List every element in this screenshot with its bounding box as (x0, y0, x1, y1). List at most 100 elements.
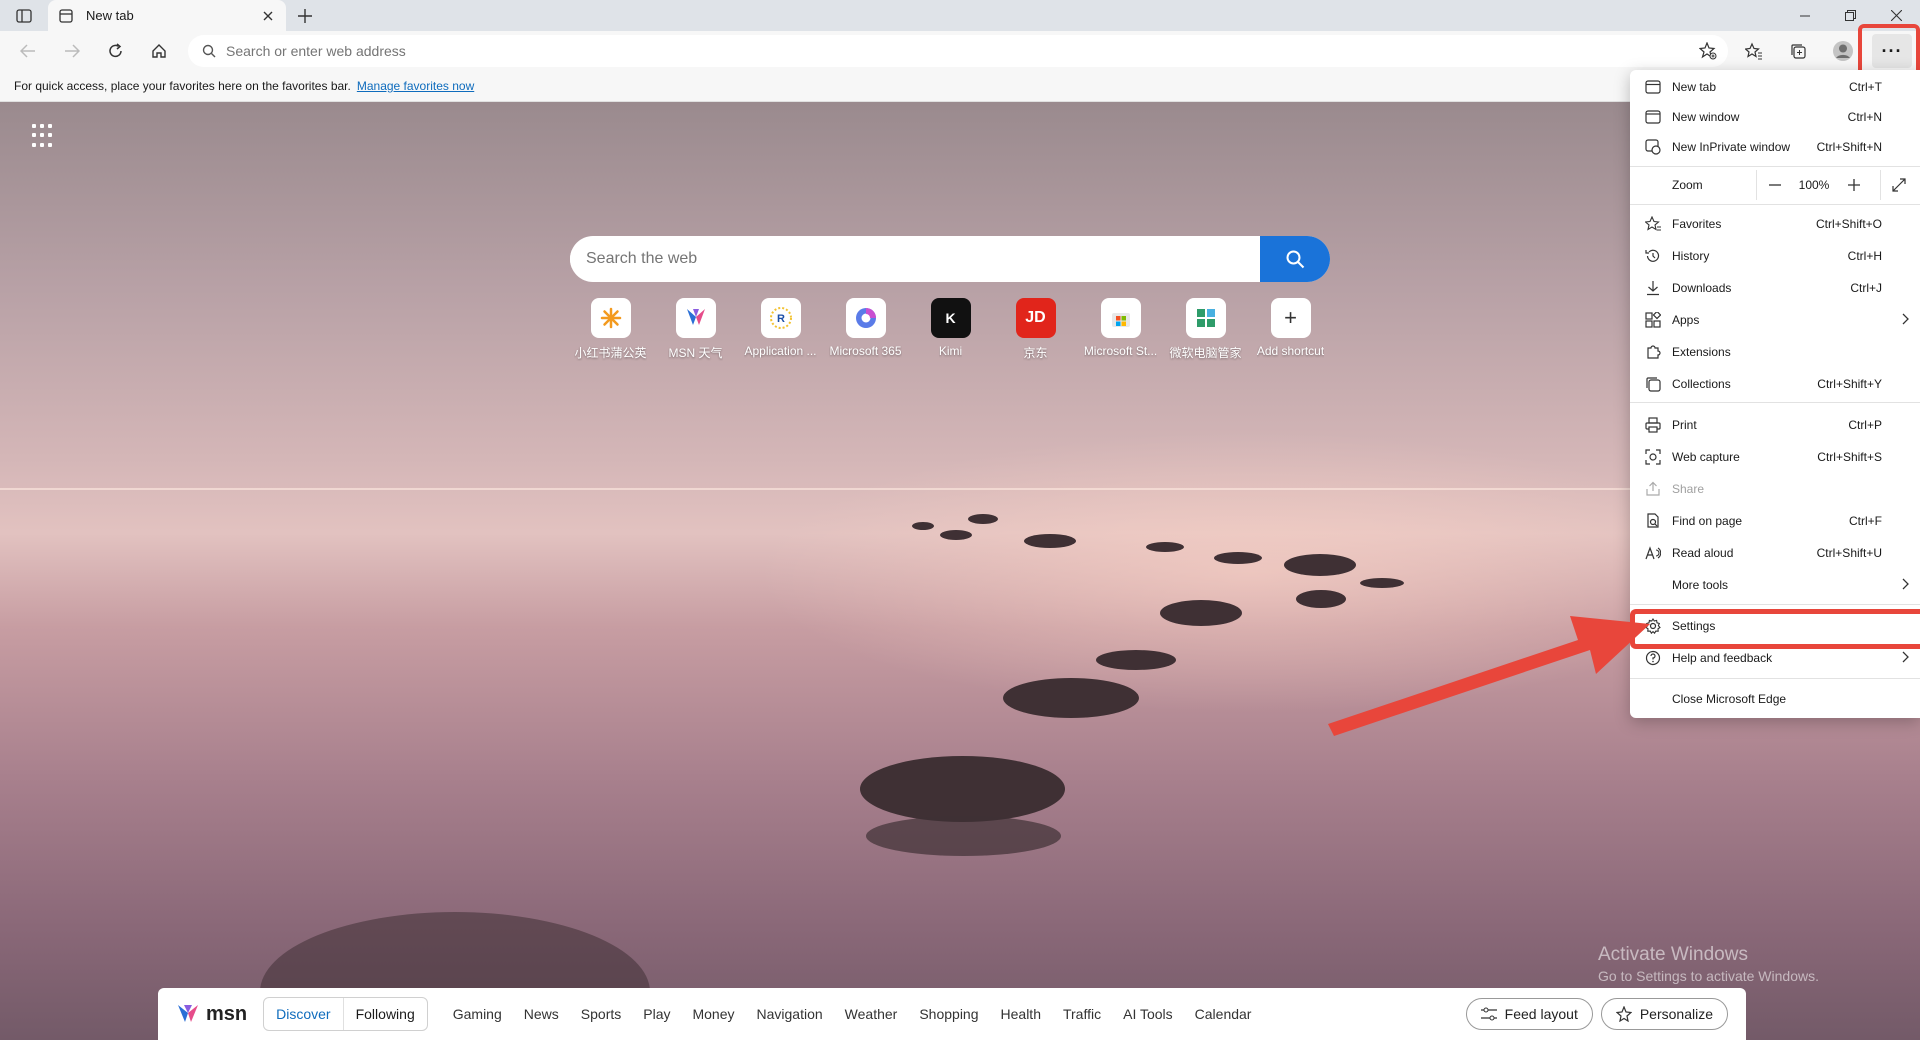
forward-button[interactable] (58, 37, 86, 65)
menu-shortcut: Ctrl+Shift+Y (1817, 377, 1882, 391)
nav-health[interactable]: Health (990, 1006, 1052, 1022)
microsoft-365-icon (845, 298, 886, 338)
zoom-in-button[interactable] (1836, 170, 1872, 200)
msn-nav: Gaming News Sports Play Money Navigation… (442, 1006, 1263, 1022)
nav-traffic[interactable]: Traffic (1052, 1006, 1112, 1022)
shortcut-tile[interactable]: 微软电脑管家 (1163, 298, 1248, 361)
feed-layout-button[interactable]: Feed layout (1465, 998, 1593, 1030)
menu-item-read-aloud[interactable]: Read aloud Ctrl+Shift+U (1630, 538, 1920, 568)
nav-news[interactable]: News (513, 1006, 570, 1022)
nav-ai-tools[interactable]: AI Tools (1112, 1006, 1184, 1022)
menu-label: New window (1672, 110, 1740, 124)
plus-icon (298, 9, 312, 23)
fullscreen-button[interactable] (1880, 170, 1916, 200)
tab-following[interactable]: Following (344, 998, 427, 1030)
menu-item-share: Share (1630, 474, 1920, 504)
menu-item-apps[interactable]: Apps (1630, 305, 1920, 335)
zoom-out-button[interactable] (1756, 170, 1792, 200)
menu-label: Favorites (1672, 217, 1722, 231)
menu-item-extensions[interactable]: Extensions (1630, 337, 1920, 367)
msn-logo[interactable]: msn (176, 1002, 247, 1026)
tab-actions-button[interactable] (8, 5, 40, 27)
menu-item-new-inprivate-window[interactable]: New InPrivate window Ctrl+Shift+N (1630, 132, 1920, 162)
nav-play[interactable]: Play (632, 1006, 681, 1022)
dot (40, 124, 44, 128)
nav-calendar[interactable]: Calendar (1184, 1006, 1263, 1022)
add-favorite-button[interactable] (1694, 37, 1722, 65)
menu-label: Print (1672, 418, 1697, 432)
menu-item-print[interactable]: Print Ctrl+P (1630, 410, 1920, 440)
rock (1160, 600, 1242, 626)
nav-money[interactable]: Money (681, 1006, 745, 1022)
menu-label: Find on page (1672, 514, 1743, 528)
tab-new-tab[interactable]: New tab (48, 0, 286, 31)
close-icon (1891, 10, 1902, 21)
menu-item-find-on-page[interactable]: Find on page Ctrl+F (1630, 506, 1920, 536)
shortcut-tile[interactable]: MSN 天气 (653, 298, 738, 361)
address-bar[interactable] (188, 35, 1728, 67)
menu-shortcut: Ctrl+P (1848, 418, 1882, 432)
shortcut-tile[interactable]: Microsoft 365 (823, 298, 908, 361)
add-shortcut-button[interactable]: + Add shortcut (1248, 298, 1333, 361)
collections-icon (1644, 375, 1662, 393)
personalize-button[interactable]: Personalize (1600, 998, 1728, 1030)
menu-label: Read aloud (1672, 546, 1734, 560)
menu-label: New InPrivate window (1672, 140, 1791, 154)
menu-shortcut: Ctrl+Shift+S (1817, 450, 1882, 464)
favorites-button[interactable] (1740, 37, 1768, 65)
rock-reflection (866, 816, 1061, 856)
find-icon (1644, 512, 1662, 530)
web-search-input[interactable] (570, 250, 1260, 268)
menu-label: Web capture (1672, 450, 1740, 464)
close-tab-icon[interactable] (260, 8, 276, 24)
pc-manager-icon (1185, 298, 1226, 338)
dot (48, 133, 52, 138)
minimize-button[interactable] (1782, 0, 1827, 31)
back-button[interactable] (14, 37, 42, 65)
read-aloud-icon (1644, 544, 1662, 562)
menu-item-web-capture[interactable]: Web capture Ctrl+Shift+S (1630, 442, 1920, 472)
collections-button[interactable] (1784, 37, 1812, 65)
web-search-box (570, 236, 1330, 282)
shortcut-tile[interactable]: R Application ... (738, 298, 823, 361)
menu-item-downloads[interactable]: Downloads Ctrl+J (1630, 273, 1920, 303)
menu-item-new-tab[interactable]: New tab Ctrl+T (1630, 72, 1920, 102)
highlight-box-settings (1630, 609, 1920, 649)
menu-item-close-microsoft-edge[interactable]: Close Microsoft Edge (1630, 684, 1920, 714)
dot (32, 133, 36, 138)
new-tab-page-icon (58, 8, 74, 24)
nav-sports[interactable]: Sports (570, 1006, 632, 1022)
shortcut-tile[interactable]: Microsoft St... (1078, 298, 1163, 361)
menu-item-favorites[interactable]: Favorites Ctrl+Shift+O (1630, 209, 1920, 239)
menu-separator (1630, 402, 1920, 403)
msn-logo-text: msn (206, 1002, 248, 1025)
menu-item-history[interactable]: History Ctrl+H (1630, 241, 1920, 271)
menu-shortcut: Ctrl+Shift+N (1816, 140, 1882, 154)
shortcut-tile[interactable]: K Kimi (908, 298, 993, 361)
menu-shortcut: Ctrl+H (1847, 249, 1882, 263)
shortcut-tile[interactable]: JD 京东 (993, 298, 1078, 361)
address-input[interactable] (226, 43, 1728, 59)
refresh-button[interactable] (102, 37, 130, 65)
sliders-icon (1480, 1007, 1497, 1021)
nav-weather[interactable]: Weather (834, 1006, 909, 1022)
print-icon (1644, 416, 1662, 434)
profile-button[interactable] (1829, 37, 1857, 65)
tab-discover[interactable]: Discover (264, 998, 344, 1030)
plus-icon: + (1270, 298, 1311, 338)
nav-navigation[interactable]: Navigation (746, 1006, 834, 1022)
minus-icon (1768, 184, 1781, 186)
nav-gaming[interactable]: Gaming (442, 1006, 513, 1022)
menu-item-collections[interactable]: Collections Ctrl+Shift+Y (1630, 369, 1920, 399)
menu-item-more-tools[interactable]: More tools (1630, 570, 1920, 600)
shortcut-tile[interactable]: 小红书蒲公英 (568, 298, 653, 361)
home-button[interactable] (145, 37, 173, 65)
app-launcher-button[interactable] (32, 124, 56, 148)
nav-shopping[interactable]: Shopping (908, 1006, 989, 1022)
favorites-icon (1644, 215, 1662, 233)
menu-item-new-window[interactable]: New window Ctrl+N (1630, 102, 1920, 132)
manage-favorites-link[interactable]: Manage favorites now (357, 79, 474, 93)
chevron-right-icon (1902, 578, 1910, 593)
web-search-button[interactable] (1260, 236, 1330, 282)
new-tab-button[interactable] (293, 4, 317, 28)
